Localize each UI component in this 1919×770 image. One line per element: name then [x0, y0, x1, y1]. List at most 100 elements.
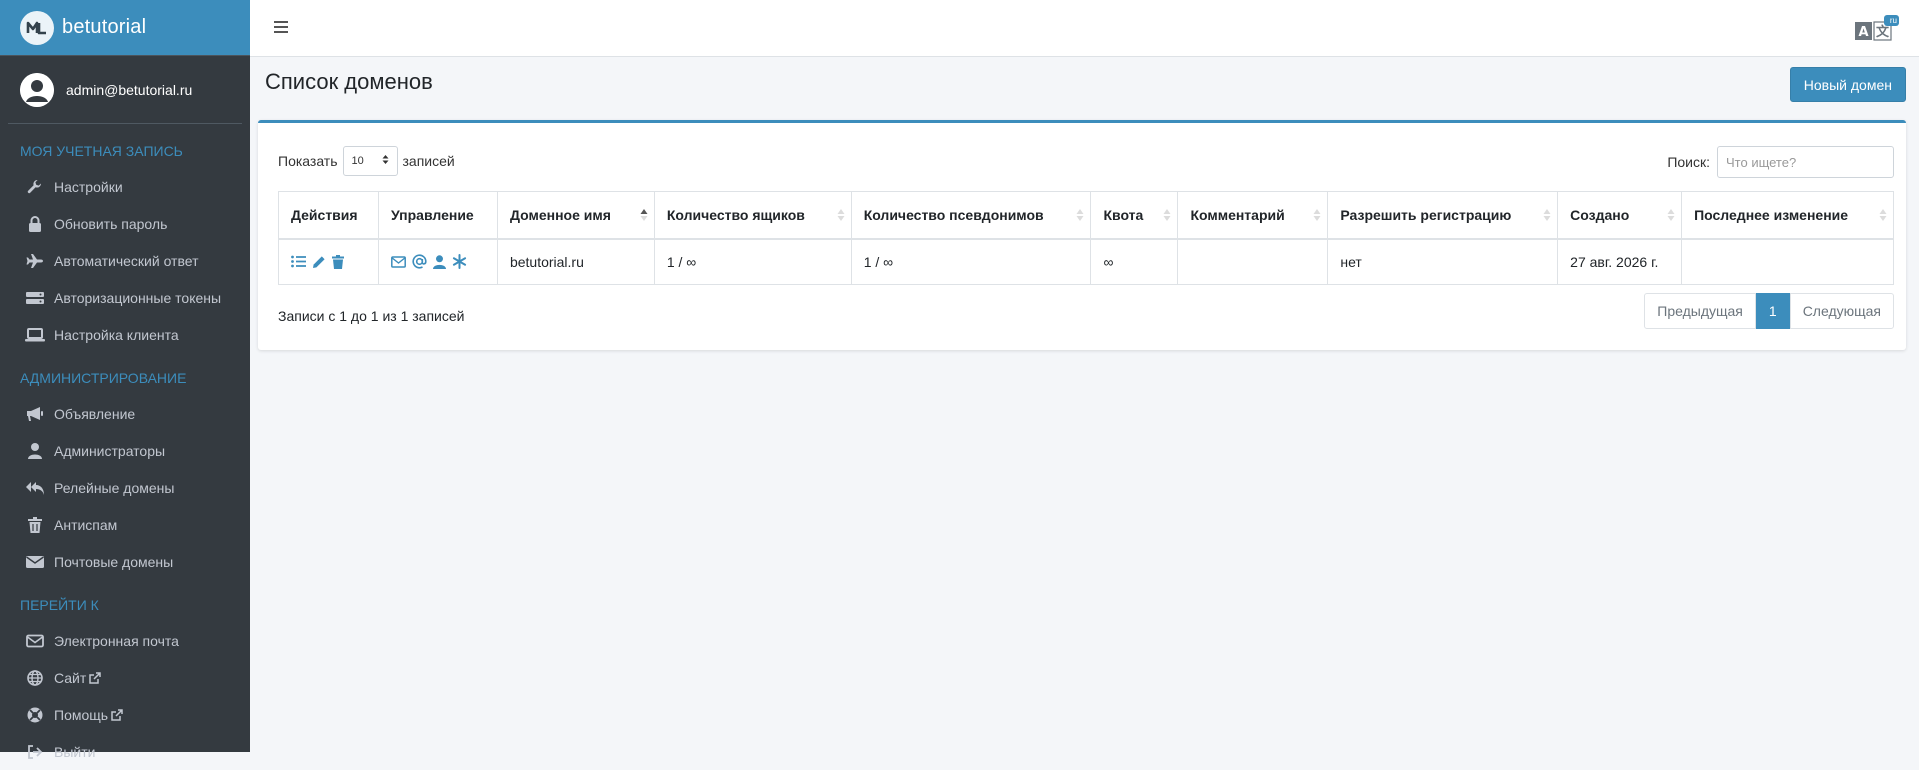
nav-item-label: Почтовые домены: [54, 553, 174, 570]
page-length-value: 10: [351, 155, 364, 167]
external-link-icon: [89, 671, 102, 684]
comment-cell: [1177, 238, 1329, 285]
sidebar: betutorial admin@betutorial.ru Моя учетн…: [0, 0, 250, 760]
show-label: Показать: [278, 153, 338, 169]
sort-icon: [1163, 208, 1171, 222]
alias-count-cell: 1 / ∞: [850, 238, 1092, 285]
nav-item-label: Настройка клиента: [54, 326, 179, 343]
search-input[interactable]: [1717, 146, 1894, 178]
user-avatar-icon: [20, 72, 54, 107]
at-icon[interactable]: [412, 254, 427, 269]
sort-icon: [837, 208, 845, 222]
pencil-icon[interactable]: [312, 255, 326, 269]
sort-icon: [1313, 208, 1321, 222]
nav-item-client-setup[interactable]: Настройка клиента: [0, 316, 250, 353]
page-length-select[interactable]: 10: [342, 146, 398, 176]
life-ring-icon: [24, 706, 46, 724]
bullhorn-icon: [24, 405, 46, 423]
nav-item-label: Сайт: [54, 669, 87, 686]
nav-item-label: Автоматический ответ: [54, 252, 199, 269]
language-badge: ru: [1889, 16, 1897, 25]
column-header-alias-count[interactable]: Количество псевдонимов: [850, 191, 1092, 240]
nav-item-auth-tokens[interactable]: Авторизационные токены: [0, 279, 250, 316]
nav-item-label: Настройки: [54, 178, 123, 195]
envelope-icon: [24, 553, 46, 571]
list-icon[interactable]: [291, 255, 306, 268]
brand[interactable]: betutorial: [0, 0, 250, 56]
table-info: Записи с 1 до 1 из 1 записей: [278, 308, 465, 324]
nav-item-settings[interactable]: Настройки: [0, 168, 250, 205]
menu-toggle-icon[interactable]: [272, 18, 290, 36]
nav-item-announcement[interactable]: Объявление: [0, 395, 250, 432]
globe-icon: [24, 669, 46, 687]
last-modified-cell: [1681, 238, 1894, 285]
svg-text:A: A: [1858, 25, 1868, 40]
sort-asc-icon: [640, 208, 648, 222]
created-cell: 27 авг. 2026 г.: [1557, 238, 1683, 285]
nav-item-label: Помощь: [54, 706, 109, 723]
plane-icon: [24, 252, 46, 270]
lock-icon: [24, 215, 46, 233]
wrench-icon: [24, 178, 46, 196]
actions-cell: [278, 238, 379, 285]
nav-item-email[interactable]: Электронная почта: [0, 622, 250, 659]
sort-icon: [1879, 208, 1887, 222]
nav-item-relay-domains[interactable]: Релейные домены: [0, 469, 250, 506]
mailbox-count-cell: 1 / ∞: [653, 238, 852, 285]
nav-header-administration: Администрирование: [20, 370, 187, 386]
nav-item-mail-domains[interactable]: Почтовые домены: [0, 543, 250, 580]
nav-item-antispam[interactable]: Антиспам: [0, 506, 250, 543]
nav-item-label: Релейные домены: [54, 479, 175, 496]
domain-name-cell[interactable]: betutorial.ru: [496, 238, 655, 285]
allow-registration-cell: нет: [1327, 238, 1559, 285]
pagination-next[interactable]: Следующая: [1789, 293, 1894, 329]
reply-all-icon: [24, 479, 46, 497]
column-header-quota[interactable]: Квота: [1090, 191, 1179, 240]
user-email: admin@betutorial.ru: [66, 81, 193, 98]
column-header-last-modified[interactable]: Последнее изменение: [1681, 191, 1894, 240]
table-row: betutorial.ru 1 / ∞ 1 / ∞ ∞ нет 27 авг. …: [278, 238, 1894, 285]
records-label: записей: [402, 153, 455, 169]
envelope-icon[interactable]: [391, 256, 406, 268]
user-icon[interactable]: [432, 255, 446, 269]
column-header-comment[interactable]: Комментарий: [1177, 191, 1329, 240]
sort-icon: [1076, 208, 1084, 222]
nav-item-help[interactable]: Помощь: [0, 696, 250, 733]
nav-item-auto-reply[interactable]: Автоматический ответ: [0, 242, 250, 279]
management-cell: [377, 238, 498, 285]
nav-item-label: Администраторы: [54, 442, 166, 459]
domains-table: Действия Управление Доменное имя Количес…: [278, 191, 1894, 285]
svg-text:文: 文: [1876, 24, 1890, 40]
table-header-row: Действия Управление Доменное имя Количес…: [278, 191, 1894, 240]
nav-item-label: Антиспам: [54, 516, 118, 533]
column-header-domain-name[interactable]: Доменное имя: [496, 191, 655, 240]
nav-item-label: Авторизационные токены: [54, 289, 222, 306]
nav-header-goto: Перейти к: [20, 597, 99, 613]
asterisk-icon[interactable]: [452, 254, 467, 270]
nav-header-account: Моя учетная запись: [20, 143, 183, 159]
nav-item-label: Обновить пароль: [54, 215, 168, 232]
nav-item-update-password[interactable]: Обновить пароль: [0, 205, 250, 242]
user-panel[interactable]: admin@betutorial.ru: [8, 56, 242, 124]
new-domain-button[interactable]: Новый домен: [1789, 67, 1906, 102]
pagination-previous[interactable]: Предыдущая: [1644, 293, 1756, 329]
trash-icon[interactable]: [332, 254, 344, 269]
language-switch[interactable]: A 文 ru: [1851, 14, 1901, 44]
sort-icon: [1543, 208, 1551, 222]
column-header-management: Управление: [377, 191, 498, 240]
external-link-icon: [111, 708, 123, 721]
column-header-created[interactable]: Создано: [1557, 191, 1683, 240]
nav-item-label: Объявление: [54, 405, 136, 422]
page-length-control: Показать 10 записей: [278, 146, 455, 176]
quota-cell: ∞: [1090, 238, 1179, 285]
nav-item-site[interactable]: Сайт: [0, 659, 250, 696]
user-icon: [24, 442, 46, 460]
pagination: Предыдущая 1 Следующая: [1644, 293, 1894, 329]
column-header-allow-registration[interactable]: Разрешить регистрацию: [1327, 191, 1559, 240]
nav-item-administrators[interactable]: Администраторы: [0, 432, 250, 469]
column-header-mailbox-count[interactable]: Количество ящиков: [653, 191, 852, 240]
server-icon: [24, 289, 46, 307]
envelope-outline-icon: [24, 632, 46, 650]
top-navbar: A 文 ru: [250, 0, 1919, 57]
pagination-page[interactable]: 1: [1755, 293, 1790, 329]
